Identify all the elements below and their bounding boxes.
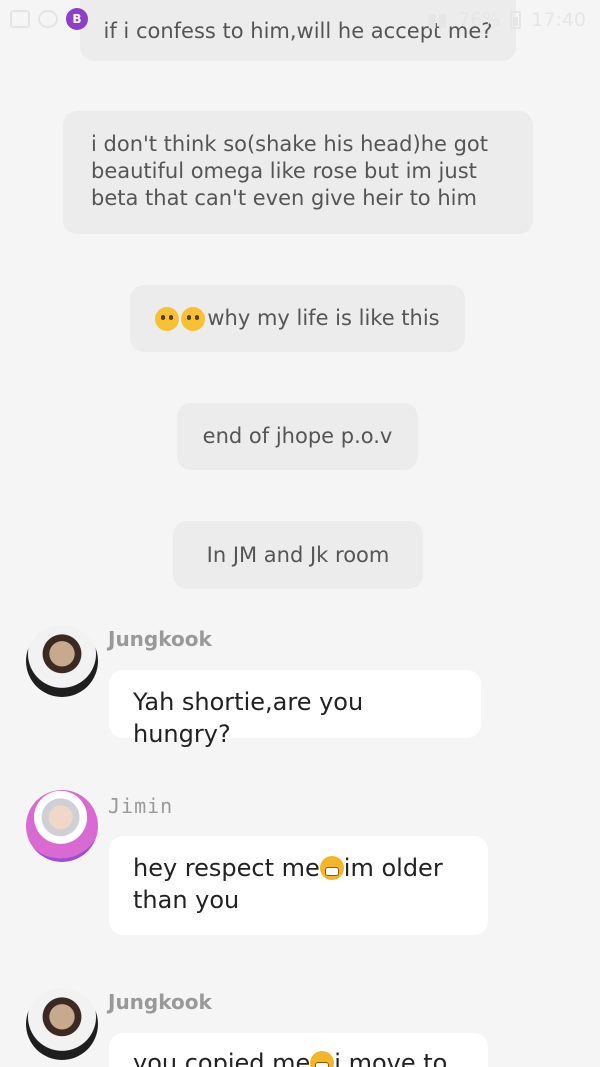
crying-face-icon bbox=[155, 306, 180, 331]
clock: 17:40 bbox=[531, 9, 586, 31]
narration-bubble: why my life is like this bbox=[130, 285, 465, 352]
message-bubble[interactable]: hey respect me im older than you bbox=[109, 836, 488, 935]
narration-bubble: In JM and Jk room bbox=[173, 521, 423, 589]
message-text: you copied me bbox=[133, 1049, 311, 1067]
message-text: Yah shortie,are you hungry? bbox=[133, 688, 364, 748]
message-text: i move to bbox=[334, 1049, 448, 1067]
screen-record-icon bbox=[38, 10, 58, 28]
avatar[interactable] bbox=[26, 988, 98, 1060]
avatar[interactable] bbox=[26, 625, 98, 697]
message-text: hey respect me bbox=[133, 854, 320, 882]
sender-name: Jimin bbox=[108, 794, 174, 818]
sender-name: Jungkook bbox=[108, 627, 212, 651]
huffing-face-icon bbox=[319, 856, 344, 880]
narration-bubble: i don't think so(shake his head)he got b… bbox=[63, 111, 533, 234]
narration-text: i don't think so(shake his head)he got b… bbox=[91, 132, 489, 210]
narration-text: end of jhope p.o.v bbox=[202, 424, 393, 448]
message-bubble[interactable]: Yah shortie,are you hungry? bbox=[109, 670, 481, 748]
narration-bubble: if i confess to him,will he accept me? bbox=[80, 0, 516, 61]
narration-bubble: end of jhope p.o.v bbox=[177, 403, 418, 470]
narration-text: In JM and Jk room bbox=[206, 542, 390, 567]
gallery-icon bbox=[10, 10, 30, 28]
message-bubble[interactable]: you copied me i move to bbox=[109, 1033, 488, 1067]
sender-name: Jungkook bbox=[108, 990, 212, 1014]
huffing-face-icon bbox=[310, 1051, 335, 1067]
crying-face-icon bbox=[181, 306, 206, 331]
narration-text: if i confess to him,will he accept me? bbox=[103, 19, 493, 43]
avatar[interactable] bbox=[26, 790, 98, 862]
narration-text: why my life is like this bbox=[207, 306, 440, 330]
